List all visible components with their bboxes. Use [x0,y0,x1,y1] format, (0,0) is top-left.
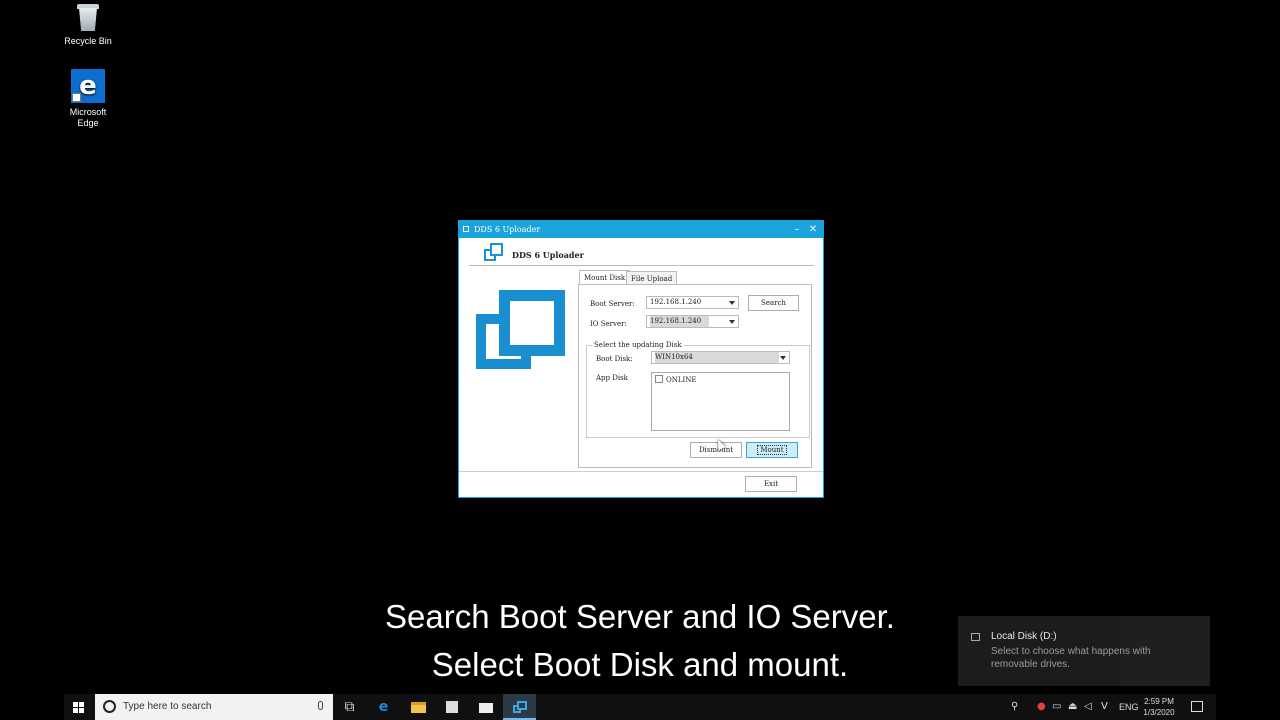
boot-server-label: Boot Server: [590,300,635,308]
clock[interactable]: 2:59 PM 1/3/2020 [1136,696,1182,718]
chevron-down-icon [729,320,735,324]
io-server-value: 192.168.1.240 [650,316,710,327]
toast-body: Select to choose what happens with remov… [991,646,1151,670]
app-disk-label: App Disk [596,374,628,382]
toast-title: Local Disk (D:) [991,631,1057,642]
edge-label: Microsoft Edge [69,107,107,128]
boot-server-value: 192.168.1.240 [650,298,702,306]
search-icon [103,700,116,713]
taskbar-search-box[interactable]: Type here to search [95,694,333,720]
close-button[interactable]: ✕ [805,221,821,238]
footer-divider [459,471,823,472]
recycle-bin-icon [75,2,101,32]
io-server-combo[interactable]: 192.168.1.240 [646,315,739,328]
window-titlebar[interactable]: DDS 6 Uploader – ✕ [459,221,823,238]
app-logo-icon [483,243,505,263]
app-logo-large-icon [476,290,566,370]
recycle-bin-shortcut[interactable]: Recycle Bin [53,2,123,47]
search-placeholder: Type here to search [123,701,212,712]
mount-button[interactable]: Mount [746,442,798,458]
desktop: Recycle Bin e Microsoft Edge DDS 6 Uploa… [0,0,1280,720]
edge-icon: e [71,69,105,103]
group-title: Select the updating Disk [592,341,684,350]
action-center-icon[interactable] [1191,701,1203,712]
windows-logo-icon [73,702,84,713]
app-disk-item[interactable]: ONLINE [655,375,697,385]
boot-server-combo[interactable]: 192.168.1.240 [646,296,739,309]
taskbar: Type here to search ⧉ e ⚲ ● ▭ ⏏ ◁ V ENG … [64,694,1216,720]
app-disk-item-label: ONLINE [666,376,697,384]
notification-toast[interactable]: Local Disk (D:) Select to choose what ha… [958,616,1210,686]
app-disk-list[interactable]: ONLINE [651,372,790,431]
people-icon[interactable]: ⚲ [1011,694,1018,720]
window-title: DDS 6 Uploader [474,225,541,234]
checkbox[interactable] [655,375,663,383]
io-server-label: IO Server: [590,320,627,328]
boot-disk-value: WIN10x64 [655,352,779,363]
app-tray-icon[interactable]: V [1101,694,1108,720]
chevron-down-icon [780,356,786,360]
header-divider [469,265,814,266]
mount-button-label: Mount [757,445,787,455]
volume-icon[interactable]: ◁ [1084,694,1092,720]
network-icon[interactable]: ▭ [1052,694,1061,720]
drive-icon [971,633,980,641]
store-icon[interactable] [435,694,468,720]
minimize-button[interactable]: – [789,221,805,238]
clock-time: 2:59 PM [1144,697,1174,706]
file-explorer-icon[interactable] [401,694,434,720]
mail-icon[interactable] [469,694,502,720]
app-heading: DDS 6 Uploader [512,250,584,260]
task-view-icon[interactable]: ⧉ [333,694,366,720]
boot-disk-label: Boot Disk: [596,355,633,363]
dds-uploader-window: DDS 6 Uploader – ✕ DDS 6 Uploader Mount … [458,220,824,498]
tab-mount-disk[interactable]: Mount Disk [579,270,631,285]
app-titlebar-icon [463,226,469,232]
usb-icon[interactable]: ⏏ [1068,694,1077,720]
tab-file-upload[interactable]: File Upload [626,271,678,284]
exit-button[interactable]: Exit [745,476,797,492]
dds-uploader-taskbar-icon[interactable] [503,694,536,720]
start-button[interactable] [64,694,94,720]
security-icon[interactable]: ● [1037,694,1046,720]
edge-shortcut[interactable]: e Microsoft Edge [53,69,123,129]
edge-taskbar-icon[interactable]: e [367,694,400,720]
clock-date: 1/3/2020 [1143,708,1175,717]
boot-disk-combo[interactable]: WIN10x64 [651,351,790,364]
microphone-icon[interactable] [318,701,323,710]
chevron-down-icon [729,301,735,305]
recycle-bin-label: Recycle Bin [64,36,112,46]
search-button[interactable]: Search [748,295,799,311]
